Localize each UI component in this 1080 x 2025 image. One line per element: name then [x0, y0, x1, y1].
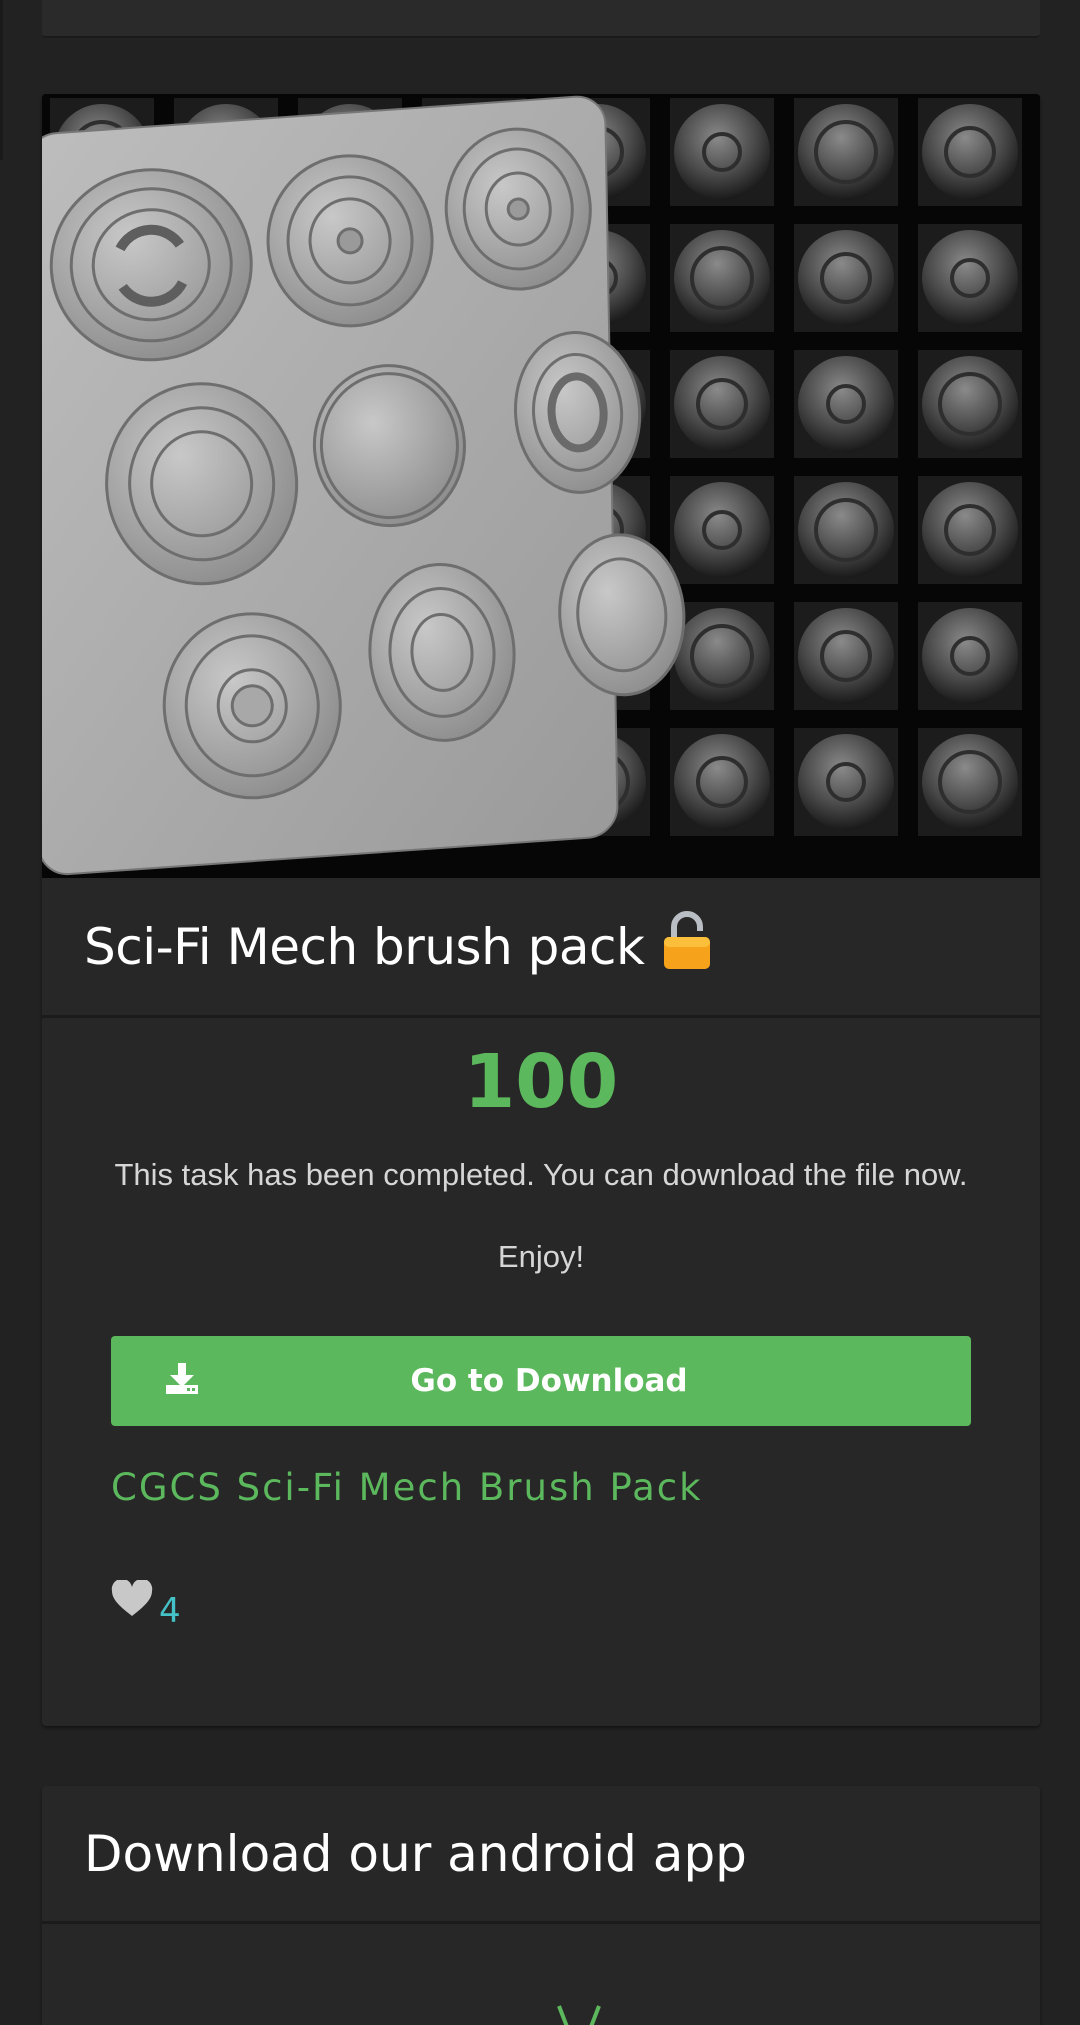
page: Sci-Fi Mech brush pack 100 This task has…: [0, 0, 1080, 2025]
product-title: Sci-Fi Mech brush pack: [84, 917, 645, 976]
product-image[interactable]: [42, 94, 1040, 878]
task-message: This task has been completed. You can do…: [114, 1157, 968, 1274]
android-icon[interactable]: [551, 2004, 607, 2025]
previous-card: [42, 0, 1040, 38]
android-app-header: Download our android app: [42, 1786, 1040, 1924]
product-header: Sci-Fi Mech brush pack: [42, 878, 1040, 1018]
pack-link[interactable]: CGCS Sci-Fi Mech Brush Pack: [111, 1466, 703, 1509]
like-button[interactable]: 4: [111, 1578, 181, 1631]
brush-preview-illustration: [42, 94, 1040, 878]
left-edge: [0, 0, 3, 160]
like-count: 4: [159, 1591, 181, 1631]
android-app-title: Download our android app: [84, 1824, 747, 1883]
go-to-download-button[interactable]: Go to Download: [111, 1336, 971, 1426]
android-app-card: Download our android app: [42, 1786, 1040, 2025]
go-to-download-label: Go to Download: [410, 1363, 688, 1399]
download-icon: [165, 1361, 199, 1400]
unlocked-padlock-icon: [662, 909, 712, 976]
heart-icon: [111, 1578, 153, 1623]
task-score: 100: [463, 1039, 619, 1125]
product-card: Sci-Fi Mech brush pack 100 This task has…: [42, 94, 1040, 1726]
